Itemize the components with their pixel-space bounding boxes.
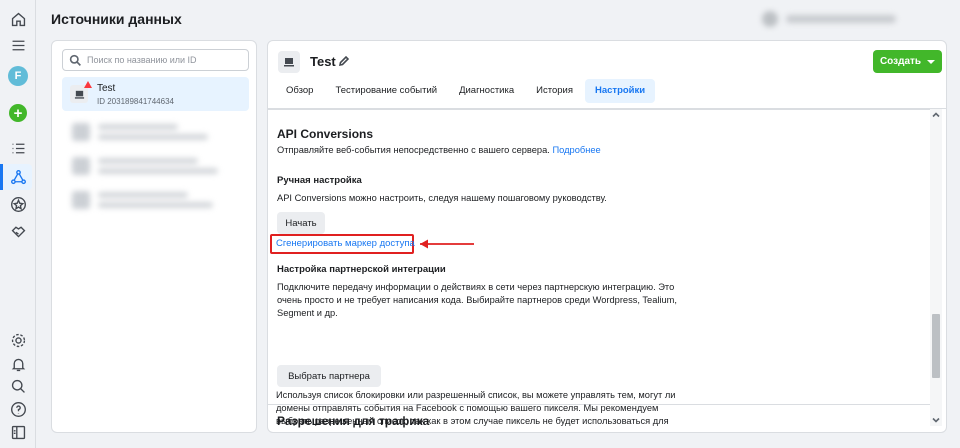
partner-desc-line-3: Segment и др. xyxy=(277,308,338,318)
chevron-down-icon xyxy=(927,59,936,64)
start-button[interactable]: Начать xyxy=(277,212,325,234)
add-icon[interactable]: + xyxy=(9,104,27,122)
help-icon[interactable] xyxy=(8,399,28,419)
events-manager-icon[interactable] xyxy=(8,167,28,187)
tab-history[interactable]: История xyxy=(526,79,583,103)
scrollbar-thumb[interactable] xyxy=(932,314,940,378)
left-nav-rail: F + xyxy=(0,0,36,448)
create-button[interactable]: Создать xyxy=(873,50,942,73)
source-id: ID 203189841744634 xyxy=(97,97,174,106)
data-sources-panel: Test ID 203189841744634 xyxy=(51,40,257,433)
scrollbar[interactable] xyxy=(930,109,942,426)
source-title: Test xyxy=(310,54,336,69)
divider xyxy=(268,109,930,110)
generate-access-token-link[interactable]: Сгенерировать маркер доступа xyxy=(276,238,415,249)
source-detail-panel: Test Создать Обзор Тестирование событий … xyxy=(267,40,947,433)
partners-icon[interactable] xyxy=(8,221,28,241)
settings-content: API Conversions Отправляйте веб-события … xyxy=(268,109,930,432)
tab-overview[interactable]: Обзор xyxy=(276,79,323,103)
search-input[interactable] xyxy=(87,55,237,65)
learn-more-link[interactable]: Подробнее xyxy=(552,145,600,155)
notifications-icon[interactable] xyxy=(8,354,28,374)
annotation-arrow-icon xyxy=(420,239,474,249)
api-conversions-desc: Отправляйте веб-события непосредственно … xyxy=(277,145,601,155)
choose-partner-button[interactable]: Выбрать партнера xyxy=(277,365,381,387)
tab-diagnostics[interactable]: Диагностика xyxy=(449,79,524,103)
source-item-blurred[interactable] xyxy=(72,153,242,179)
tab-test-events[interactable]: Тестирование событий xyxy=(325,79,447,103)
account-switcher-blurred[interactable] xyxy=(762,9,912,29)
scroll-up-icon[interactable] xyxy=(932,111,940,119)
settings-icon[interactable] xyxy=(8,330,28,350)
partner-desc-line-1: Подключите передачу информации о действи… xyxy=(277,282,675,292)
tab-bar: Обзор Тестирование событий Диагностика И… xyxy=(276,79,657,103)
divider xyxy=(268,404,930,405)
edit-pencil-icon[interactable] xyxy=(338,54,350,67)
source-item-blurred[interactable] xyxy=(72,187,242,213)
source-name: Test xyxy=(97,83,116,94)
source-item-blurred[interactable] xyxy=(72,119,242,145)
search-icon xyxy=(69,54,81,66)
page-title: Источники данных xyxy=(51,11,182,27)
star-icon[interactable] xyxy=(8,194,28,214)
manual-setup-desc: API Conversions можно настроить, следуя … xyxy=(277,193,607,203)
partner-integration-heading: Настройка партнерской интеграции xyxy=(277,264,446,275)
list-icon[interactable] xyxy=(8,138,28,158)
search-box[interactable] xyxy=(62,49,249,71)
api-conversions-heading: API Conversions xyxy=(277,127,374,141)
computer-icon xyxy=(278,51,300,73)
search-icon[interactable] xyxy=(8,376,28,396)
tab-settings[interactable]: Настройки xyxy=(584,79,656,103)
create-button-label: Создать xyxy=(879,56,922,67)
partner-desc-line-2: очень просто и не требует написания кода… xyxy=(277,295,678,305)
traffic-permissions-heading: Разрешения для трафика xyxy=(277,414,430,428)
home-icon[interactable] xyxy=(8,9,28,29)
scroll-down-icon[interactable] xyxy=(932,416,940,424)
account-avatar[interactable]: F xyxy=(8,66,28,86)
manual-setup-heading: Ручная настройка xyxy=(277,175,362,186)
active-nav-indicator xyxy=(0,164,3,190)
menu-icon[interactable] xyxy=(8,35,28,55)
source-item-test[interactable]: Test ID 203189841744634 xyxy=(62,77,249,111)
panel-toggle-icon[interactable] xyxy=(8,422,28,442)
warning-icon xyxy=(84,81,92,88)
